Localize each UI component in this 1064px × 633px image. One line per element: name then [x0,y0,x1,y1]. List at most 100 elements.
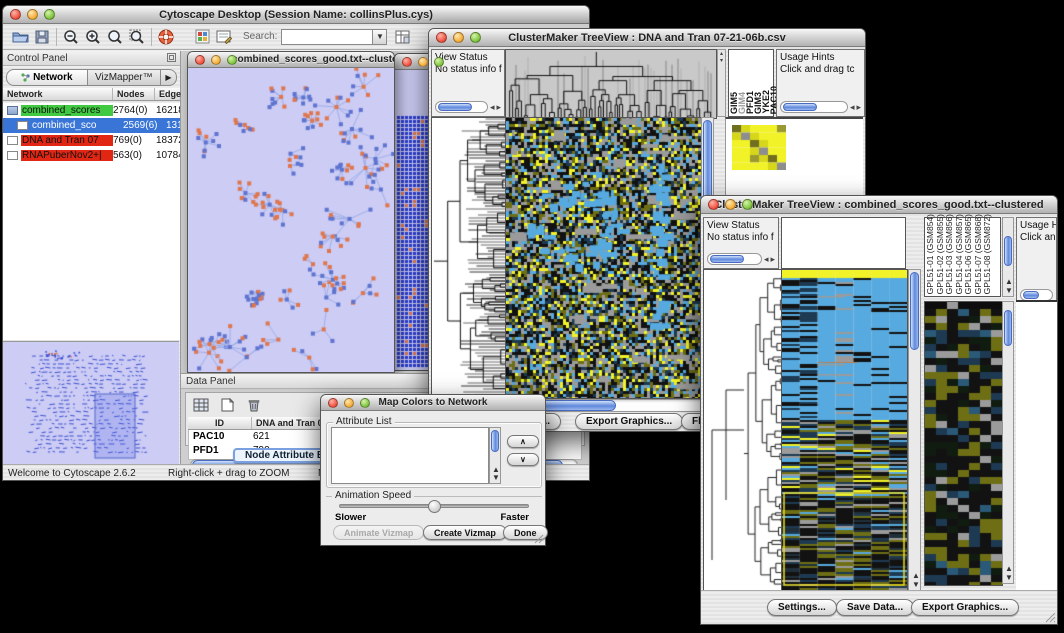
search-input[interactable] [281,29,373,45]
close-button[interactable] [708,199,719,210]
attribute-list-label: Attribute List [333,416,395,427]
tv1-usage-hints-panel: Usage HintsClick and drag tc ◂▸ [776,49,865,117]
tab-network[interactable]: Network [6,69,88,86]
tv2-genes-vscrollbar[interactable]: ▲▼ [1002,301,1014,584]
close-button[interactable] [10,9,21,20]
export-graphics-button[interactable]: Export Graphics... [911,599,1019,616]
settings-button[interactable]: Settings... [767,599,837,616]
export-graphics-button[interactable]: Export Graphics... [575,413,683,430]
window-controls [10,9,55,20]
help-lifering-icon[interactable] [155,27,177,47]
network-nodes-count: 769(0) [113,135,156,146]
attribute-list-vscrollbar[interactable]: ▲▼ [489,427,501,484]
birdseye-view-canvas[interactable] [3,341,179,464]
search-dropdown-button[interactable]: ▼ [373,29,387,45]
vizmapper-icon[interactable] [191,27,213,47]
tv2-zoom-heatmap-canvas[interactable] [924,301,1003,586]
zoom-button[interactable] [227,55,237,65]
tv1-column-labels: GIM5GIM4PFD1GIM3YKE2PAC10 [728,49,774,117]
zoom-selected-icon[interactable] [126,27,148,47]
move-down-button[interactable]: ∨ [507,453,539,466]
network-view-titlebar[interactable]: combined_scores_good.txt--cluste... [188,52,394,68]
speed-slider-thumb[interactable] [428,500,441,513]
tv1-gutter-scroll[interactable]: ▴▾ [717,49,726,117]
annotation-icon[interactable] [213,27,235,47]
resize-grip[interactable] [533,533,544,544]
network-table-row[interactable]: DNA and Tran 07 769(0) 183728(0) [3,133,180,148]
treeview2-titlebar[interactable]: ClusterMaker TreeView : combined_scores_… [701,196,1057,214]
animation-speed-label: Animation Speed [332,490,414,501]
tv1-column-dendrogram-canvas[interactable] [505,49,717,119]
minimize-button[interactable] [211,55,221,65]
network-edges-count: 183728(0) [156,135,180,146]
zoom-fit-icon[interactable] [104,27,126,47]
tv1-heatmap-canvas[interactable] [505,117,703,399]
status-welcome: Welcome to Cytoscape 2.6.2 [3,465,163,480]
treeview1-title: ClusterMaker TreeView : DNA and Tran 07-… [429,32,865,44]
tv2-column-dendrogram-area[interactable] [781,217,906,269]
zoom-button[interactable] [360,398,370,408]
minimize-button[interactable] [27,9,38,20]
network-name: DNA and Tran 07 [21,135,113,146]
save-icon[interactable] [31,27,53,47]
tv1-hints-scrollbar[interactable]: ◂▸ [780,101,861,113]
tab-vizmapper[interactable]: VizMapper™ [88,69,161,86]
treeview2-title: ClusterMaker TreeView : combined_scores_… [701,199,1057,211]
tv1-correlation-matrix-canvas[interactable] [732,125,786,170]
zoom-button[interactable] [470,32,481,43]
treeview1-titlebar[interactable]: ClusterMaker TreeView : DNA and Tran 07-… [429,29,865,47]
network-table-row[interactable]: RNAPuberNov2+| 563(0) 107847(0) [3,148,180,163]
network-name: combined_scores [21,105,113,116]
main-titlebar[interactable]: Cytoscape Desktop (Session Name: collins… [3,6,589,24]
close-button[interactable] [402,57,412,67]
network-name: RNAPuberNov2+| [21,150,113,161]
close-button[interactable] [328,398,338,408]
network-view-canvas[interactable] [188,68,394,372]
zoom-button[interactable] [742,199,753,210]
tv1-hscroll-thumb[interactable] [536,400,616,411]
tv2-button-bar: Settings... Save Data... Export Graphics… [701,590,1057,624]
dialog-titlebar[interactable]: Map Colors to Network [321,395,545,411]
tv2-row-dendrogram-canvas[interactable] [703,269,783,591]
close-button[interactable] [436,32,447,43]
float-panel-icon[interactable] [167,49,176,67]
attribute-listbox[interactable] [331,427,489,484]
delete-attribute-icon[interactable] [242,395,264,415]
attribute-browser-icon[interactable] [391,27,413,47]
minimize-button[interactable] [453,32,464,43]
network-item-icon [7,151,18,160]
attribute-select-icon[interactable] [190,395,212,415]
network-edges-count: 13112(15) [166,120,180,131]
network-table-row[interactable]: combined_sco 2569(6) 13112(15) [3,118,180,133]
minimize-button[interactable] [344,398,354,408]
zoom-out-icon[interactable] [60,27,82,47]
close-button[interactable] [195,55,205,65]
zoom-button[interactable] [434,57,444,67]
tv2-heatmap-canvas[interactable] [781,269,908,591]
create-vizmap-button[interactable]: Create Vizmap [423,525,507,540]
toolbar-separator [151,28,152,46]
open-file-icon[interactable] [9,27,31,47]
network-view-window: combined_scores_good.txt--cluste... [187,51,395,373]
tv2-heatmap-vscrollbar[interactable]: ▲▼ [908,269,921,591]
tv2-status-scrollbar[interactable]: ◂▸ [707,253,775,265]
save-data-button[interactable]: Save Data... [836,599,914,616]
speed-slider[interactable] [339,504,529,508]
animate-vizmap-button[interactable]: Animate Vizmap [333,525,424,540]
tv2-labels-vscrollbar[interactable]: ▲▼ [1002,217,1014,297]
network-table-header[interactable]: Network Nodes Edges [3,88,180,101]
resize-grip[interactable] [1044,611,1056,623]
minimize-button[interactable] [418,57,428,67]
status-hint-zoom: Right-click + drag to ZOOM [163,465,313,480]
zoom-in-icon[interactable] [82,27,104,47]
network-table-row[interactable]: combined_scores 2764(0) 16218(0) [3,103,180,118]
tab-overflow-button[interactable]: ▶ [161,69,177,86]
new-attribute-icon[interactable] [216,395,238,415]
network-view-title: combined_scores_good.txt--cluste... [232,54,394,65]
tv1-row-dendrogram-canvas[interactable] [431,117,506,399]
minimize-button[interactable] [725,199,736,210]
treeview2-window: ClusterMaker TreeView : combined_scores_… [700,195,1058,625]
zoom-button[interactable] [44,9,55,20]
move-up-button[interactable]: ∧ [507,435,539,448]
tv1-status-scrollbar[interactable]: ◂▸ [435,101,501,113]
